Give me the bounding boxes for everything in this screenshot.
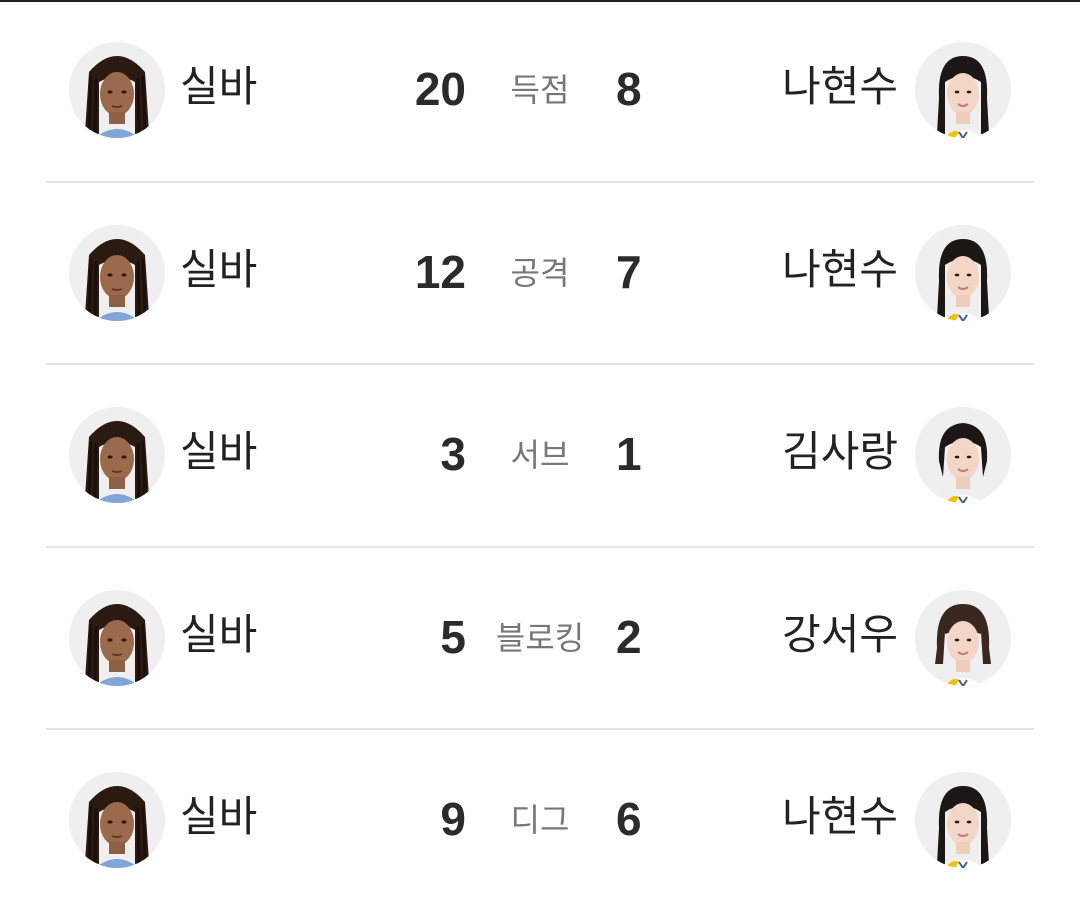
stat-category-label: 디그 <box>510 801 570 839</box>
right-player-name[interactable]: 김사랑 <box>782 431 898 473</box>
left-player-name[interactable]: 실바 <box>180 614 257 656</box>
left-player-stat-value: 3 <box>440 428 466 480</box>
left-player-avatar[interactable] <box>69 42 165 138</box>
right-player-avatar[interactable] <box>915 407 1011 503</box>
right-player-stat-value: 8 <box>616 63 642 115</box>
right-player-stat-value: 7 <box>616 246 642 298</box>
right-player-name[interactable]: 나현수 <box>782 66 898 108</box>
stat-row: 실바 9 디그 6 나현수 <box>0 730 1080 912</box>
right-player-avatar[interactable] <box>915 772 1011 868</box>
stat-category-label: 블로킹 <box>495 619 585 657</box>
left-player-name[interactable]: 실바 <box>180 431 257 473</box>
right-player-name[interactable]: 강서우 <box>782 614 898 656</box>
left-player-avatar[interactable] <box>69 590 165 686</box>
stat-category-label: 공격 <box>510 254 570 292</box>
right-player-name[interactable]: 나현수 <box>782 249 898 291</box>
stat-row: 실바 5 블로킹 2 강서우 <box>0 548 1080 730</box>
left-player-stat-value: 20 <box>414 63 466 115</box>
left-player-stat-value: 9 <box>440 793 466 845</box>
right-player-avatar[interactable] <box>915 225 1011 321</box>
left-player-avatar[interactable] <box>69 772 165 868</box>
left-player-name[interactable]: 실바 <box>180 249 257 291</box>
stat-row: 실바 3 서브 1 김사랑 <box>0 365 1080 547</box>
right-player-avatar[interactable] <box>915 590 1011 686</box>
right-player-avatar[interactable] <box>915 42 1011 138</box>
right-player-stat-value: 6 <box>616 793 642 845</box>
stat-row: 실바 12 공격 7 나현수 <box>0 183 1080 365</box>
left-player-avatar[interactable] <box>69 225 165 321</box>
left-player-stat-value: 5 <box>440 611 466 663</box>
stat-row: 실바 20 득점 8 나현수 <box>0 0 1080 182</box>
right-player-name[interactable]: 나현수 <box>782 796 898 838</box>
right-player-stat-value: 1 <box>616 428 642 480</box>
left-player-stat-value: 12 <box>414 246 466 298</box>
left-player-avatar[interactable] <box>69 407 165 503</box>
stat-category-label: 서브 <box>510 436 570 474</box>
right-player-stat-value: 2 <box>616 611 642 663</box>
left-player-name[interactable]: 실바 <box>180 796 257 838</box>
stat-category-label: 득점 <box>510 71 570 109</box>
left-player-name[interactable]: 실바 <box>180 66 257 108</box>
